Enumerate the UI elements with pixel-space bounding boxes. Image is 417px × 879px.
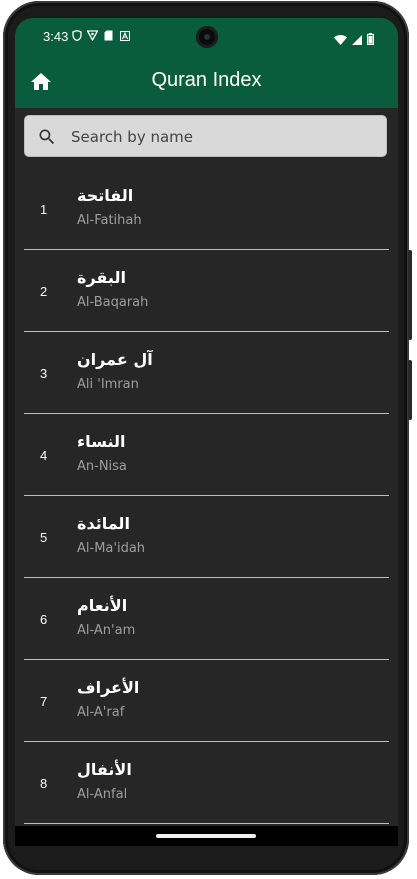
vpn-icon — [87, 30, 98, 41]
surah-latin-name: Ali 'Imran — [77, 377, 139, 392]
wifi-icon — [334, 30, 347, 49]
surah-latin-name: Al-Fatihah — [77, 213, 142, 228]
volume-button — [408, 250, 412, 340]
surah-number: 7 — [40, 694, 48, 709]
list-item[interactable]: 1 الفاتحة Al-Fatihah — [24, 168, 389, 250]
surah-arabic-name: آل عمران — [77, 350, 153, 369]
surah-number: 1 — [40, 202, 48, 217]
surah-arabic-name: النساء — [77, 432, 126, 451]
surah-latin-name: Al-An'am — [77, 623, 136, 638]
surah-arabic-name: البقرة — [77, 268, 126, 287]
surah-number: 5 — [40, 530, 48, 545]
screen: 3:43 Quran Index Search by name 1 الفاتح… — [15, 18, 398, 846]
home-gesture-handle[interactable] — [156, 834, 256, 838]
surah-number: 4 — [40, 448, 48, 463]
list-item[interactable]: 6 الأنعام Al-An'am — [24, 578, 389, 660]
surah-arabic-name: المائدة — [77, 514, 130, 533]
search-icon — [37, 127, 57, 147]
battery-icon — [367, 30, 375, 49]
status-icons-right — [334, 30, 375, 49]
app-bar: Quran Index — [15, 56, 398, 108]
search-box[interactable] — [24, 115, 387, 158]
list-item[interactable]: 4 النساء An-Nisa — [24, 414, 389, 496]
sd-card-icon — [103, 30, 114, 41]
front-camera — [196, 26, 218, 48]
accessibility-icon — [119, 30, 130, 41]
system-nav-bar — [15, 826, 398, 846]
shield-icon — [71, 30, 82, 41]
list-item[interactable]: 7 الأعراف Al-A'raf — [24, 660, 389, 742]
surah-arabic-name: الأنفال — [77, 760, 132, 779]
signal-icon — [352, 30, 362, 49]
list-item[interactable]: 3 آل عمران Ali 'Imran — [24, 332, 389, 414]
surah-latin-name: An-Nisa — [77, 459, 127, 474]
surah-number: 8 — [40, 776, 48, 791]
surah-number: 6 — [40, 612, 48, 627]
list-item[interactable]: 2 البقرة Al-Baqarah — [24, 250, 389, 332]
surah-arabic-name: الفاتحة — [77, 186, 134, 205]
surah-list: 1 الفاتحة Al-Fatihah 2 البقرة Al-Baqarah 3 آل ع… — [24, 168, 389, 824]
surah-latin-name: Al-Ma'idah — [77, 541, 146, 556]
status-icons-left — [71, 30, 130, 41]
divider — [24, 823, 389, 824]
surah-arabic-name: الأنعام — [77, 596, 128, 615]
surah-latin-name: Al-Baqarah — [77, 295, 149, 310]
status-bar: 3:43 — [15, 18, 398, 56]
power-button — [408, 360, 412, 420]
surah-latin-name: Al-Anfal — [77, 787, 128, 802]
surah-latin-name: Al-A'raf — [77, 705, 125, 720]
list-item[interactable]: 5 المائدة Al-Ma'idah — [24, 496, 389, 578]
status-time: 3:43 — [43, 29, 69, 44]
surah-number: 3 — [40, 366, 48, 381]
search-input[interactable] — [69, 116, 373, 158]
list-item[interactable]: 8 الأنفال Al-Anfal — [24, 742, 389, 824]
page-title: Quran Index — [151, 69, 262, 91]
surah-arabic-name: الأعراف — [77, 678, 140, 697]
surah-number: 2 — [40, 284, 48, 299]
